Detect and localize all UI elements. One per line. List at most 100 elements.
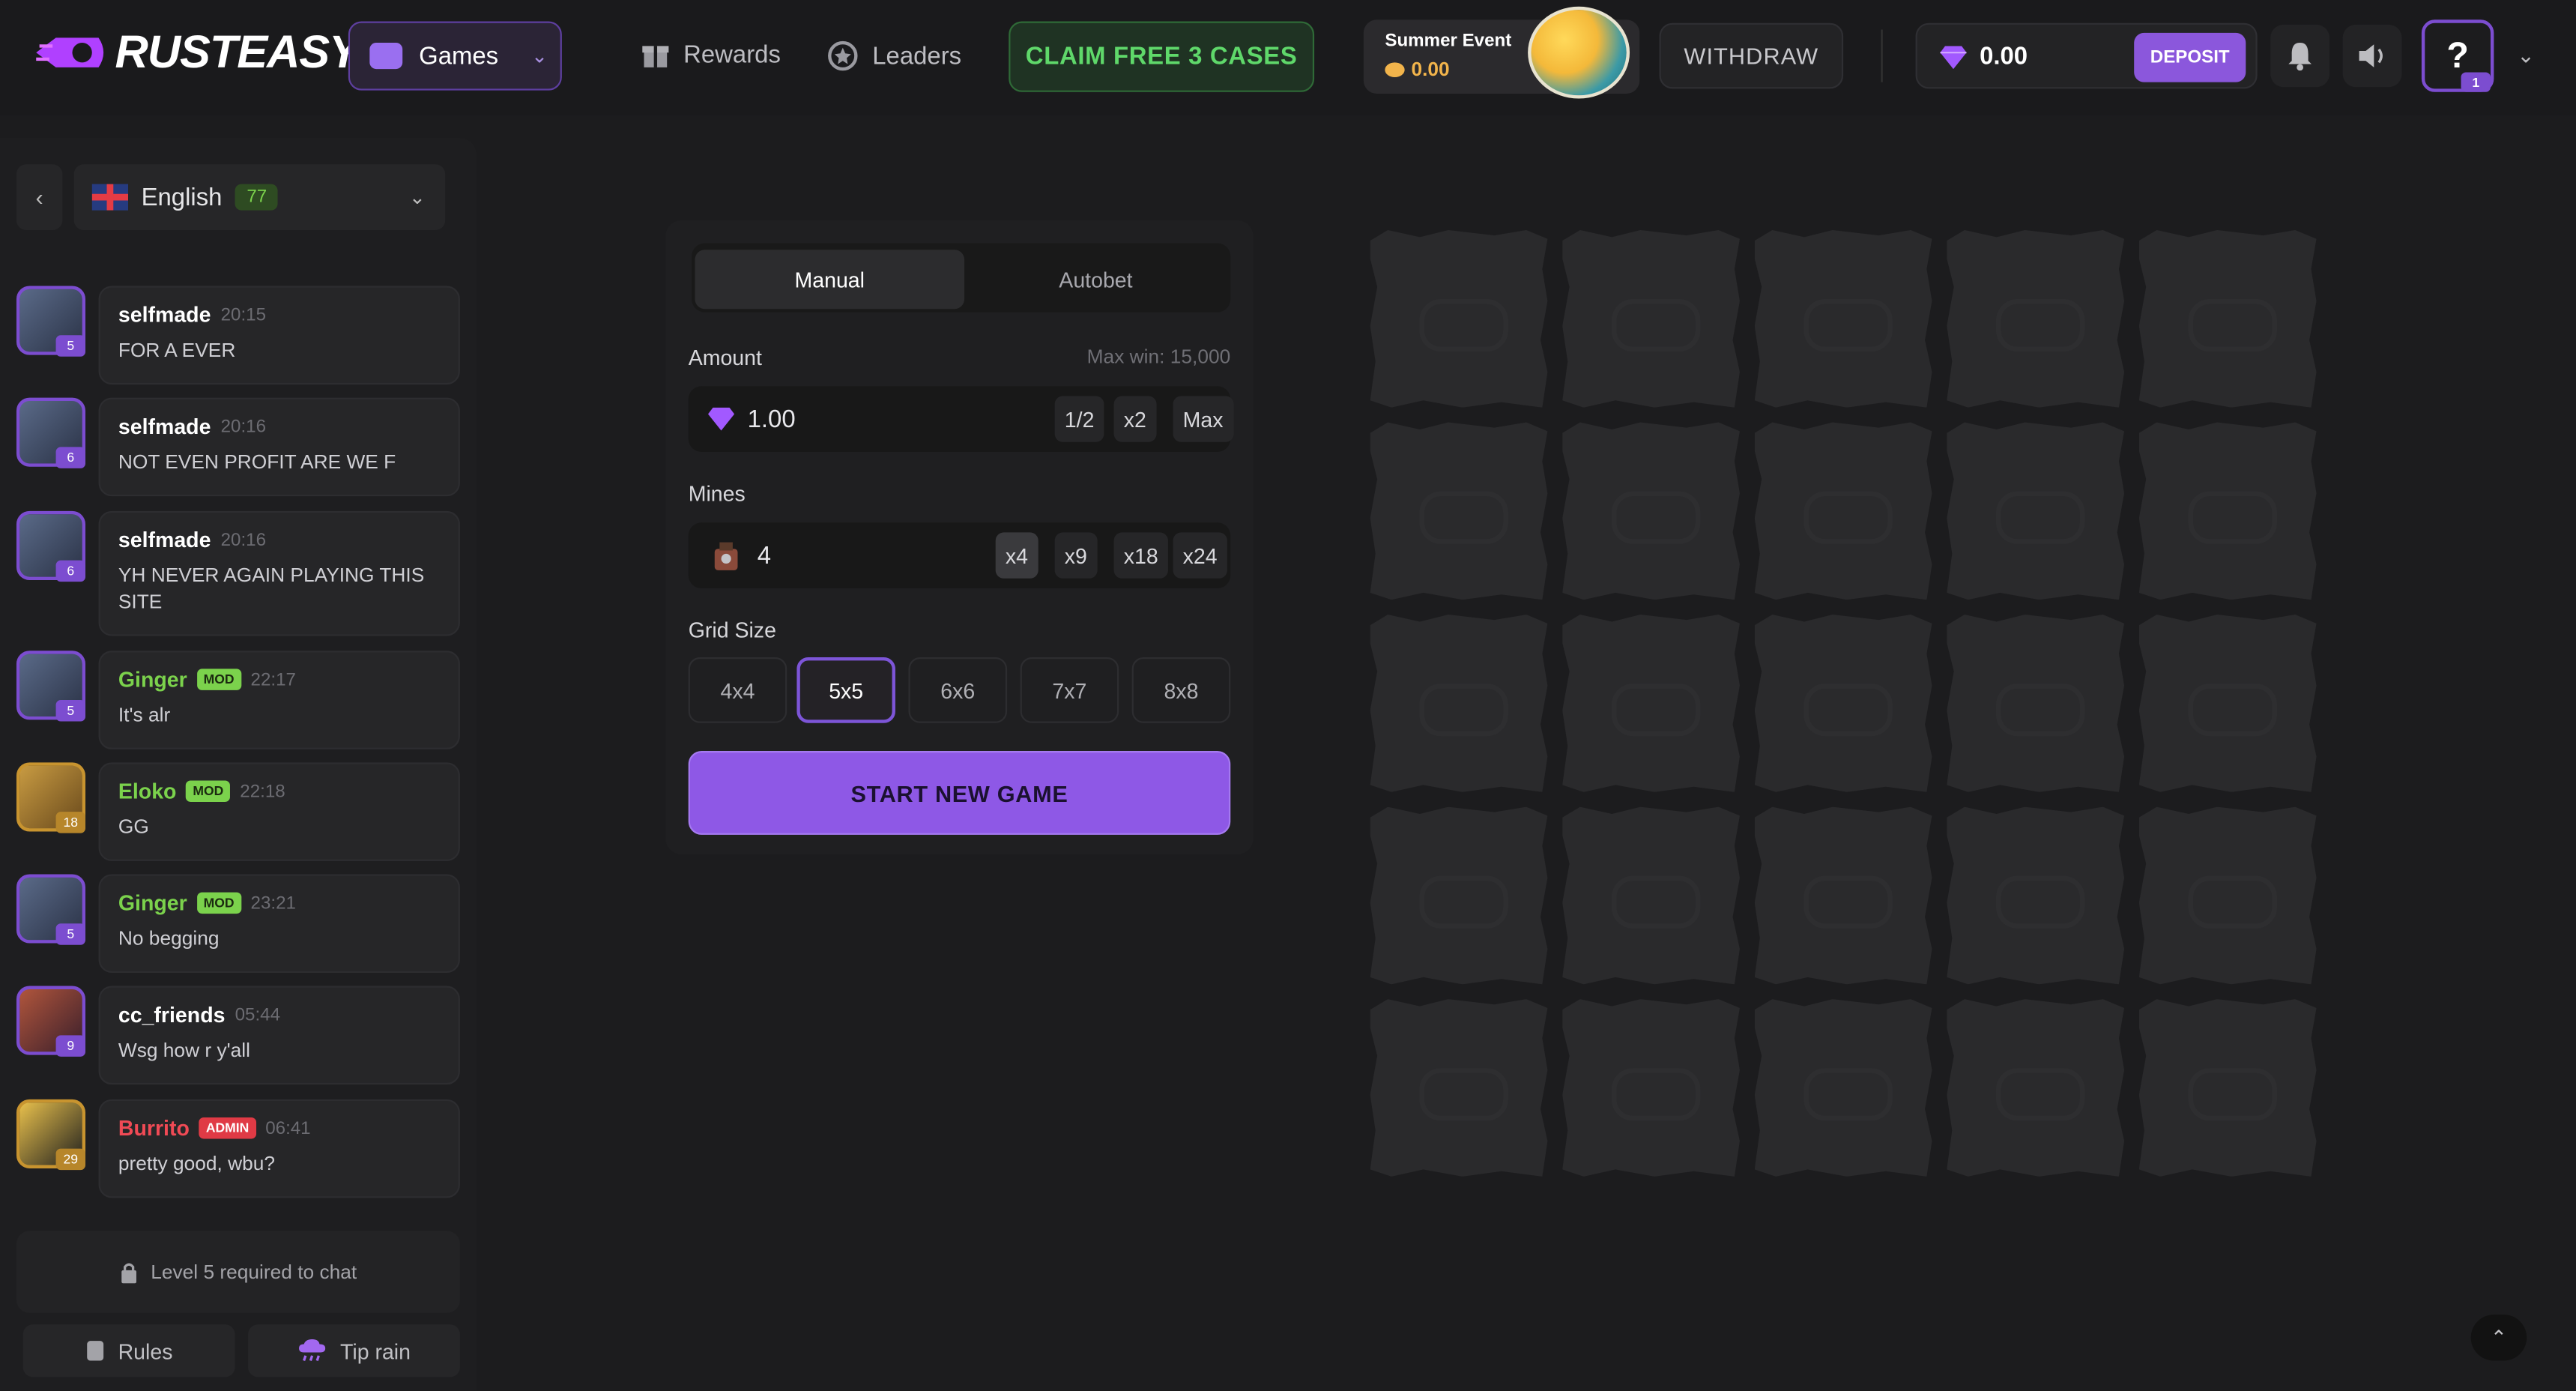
grid-size-7x7[interactable]: 7x7 xyxy=(1020,657,1119,723)
help-button[interactable]: ? 1 xyxy=(2421,19,2494,92)
grid-size-label: Grid Size xyxy=(688,618,776,643)
grid-size-4x4[interactable]: 4x4 xyxy=(688,657,787,723)
mine-tile[interactable] xyxy=(1754,615,1932,792)
mine-tile[interactable] xyxy=(1370,806,1548,985)
mine-tile[interactable] xyxy=(1947,806,2125,985)
mines-x24-button[interactable]: x24 xyxy=(1173,532,1227,579)
mine-tile[interactable] xyxy=(1754,229,1932,408)
withdraw-button[interactable]: WITHDRAW xyxy=(1659,22,1844,89)
message-text: It's alr xyxy=(118,703,171,727)
username[interactable]: Eloko xyxy=(118,779,177,803)
level-badge: 5 xyxy=(55,700,86,722)
username[interactable]: Ginger xyxy=(118,667,187,692)
speaker-icon xyxy=(2359,44,2383,67)
mines-input[interactable]: 4 x4 x9 x18 x24 xyxy=(688,522,1231,588)
mine-tile[interactable] xyxy=(1562,229,1740,408)
username[interactable]: Ginger xyxy=(118,890,187,915)
claim-free-cases-button[interactable]: CLAIM FREE 3 CASES xyxy=(1009,21,1315,92)
mine-tile[interactable] xyxy=(1370,422,1548,600)
mine-icon xyxy=(714,542,738,570)
online-count-badge: 77 xyxy=(235,184,279,211)
event-title: Summer Event xyxy=(1385,31,1512,51)
max-amount-button[interactable]: Max xyxy=(1173,396,1233,442)
coin-icon xyxy=(1385,61,1405,76)
chevron-left-icon: ‹ xyxy=(35,184,43,211)
scroll-to-top-button[interactable]: ⌃ xyxy=(2470,1315,2527,1361)
half-amount-button[interactable]: 1/2 xyxy=(1054,396,1104,442)
message-bubble: Ginger MOD 22:17 It's alr xyxy=(98,651,460,749)
mine-tile[interactable] xyxy=(1947,615,2125,792)
deposit-button[interactable]: DEPOSIT xyxy=(2134,32,2246,82)
start-new-game-button[interactable]: START NEW GAME xyxy=(688,751,1231,835)
chat-sidebar: ‹ English 77 ⌄ 5 selfmade 20:15 FOR A EVE… xyxy=(0,138,477,1390)
mine-tile[interactable] xyxy=(1754,999,1932,1177)
timestamp: 05:44 xyxy=(235,1004,281,1025)
logo-text: RUSTEASY xyxy=(115,26,360,78)
nav-leaders[interactable]: Leaders xyxy=(826,40,961,73)
tab-manual[interactable]: Manual xyxy=(695,250,965,310)
double-amount-button[interactable]: x2 xyxy=(1113,396,1157,442)
mines-x4-button[interactable]: x4 xyxy=(995,532,1038,579)
gem-icon xyxy=(708,407,735,431)
mine-tile[interactable] xyxy=(1562,999,1740,1177)
games-dropdown[interactable]: Games ⌄ xyxy=(348,21,562,91)
mine-tile[interactable] xyxy=(1562,422,1740,600)
mines-grid xyxy=(1370,229,2317,1180)
grid-size-8x8[interactable]: 8x8 xyxy=(1131,657,1231,723)
mine-tile[interactable] xyxy=(2138,806,2317,985)
mine-tile[interactable] xyxy=(1754,422,1932,600)
grid-size-6x6[interactable]: 6x6 xyxy=(908,657,1008,723)
message-text: NOT EVEN PROFIT ARE WE F xyxy=(118,450,396,474)
notifications-button[interactable] xyxy=(2270,24,2330,88)
collapse-chat-button[interactable]: ‹ xyxy=(16,164,63,230)
site-logo[interactable]: RUSTEASY xyxy=(33,26,360,79)
message-bubble: Burrito ADMIN 06:41 pretty good, wbu? xyxy=(98,1099,460,1198)
grid-size-5x5[interactable]: 5x5 xyxy=(796,657,895,723)
bet-panel: Manual Autobet Amount Max win: 15,000 1.… xyxy=(665,220,1254,855)
account-menu-chevron-icon[interactable]: ⌄ xyxy=(2517,43,2535,69)
mine-tile[interactable] xyxy=(1370,615,1548,792)
mod-badge: MOD xyxy=(196,669,241,690)
mine-tile[interactable] xyxy=(2138,229,2317,408)
username[interactable]: cc_friends xyxy=(118,1002,226,1027)
level-badge: 5 xyxy=(55,335,86,357)
amount-value: 1.00 xyxy=(747,405,796,433)
rules-button[interactable]: Rules xyxy=(22,1324,235,1378)
username[interactable]: selfmade xyxy=(118,302,211,327)
level-badge: 18 xyxy=(55,812,86,833)
balance-value: 0.00 xyxy=(1940,43,2028,70)
mine-tile[interactable] xyxy=(2138,615,2317,792)
nav-rewards-label: Rewards xyxy=(683,40,781,68)
gamepad-icon xyxy=(369,43,403,70)
chevron-down-icon: ⌄ xyxy=(408,185,426,209)
chevron-up-icon: ⌃ xyxy=(2490,1326,2507,1350)
mine-tile[interactable] xyxy=(1562,615,1740,792)
mine-tile[interactable] xyxy=(1562,806,1740,985)
language-selector[interactable]: English 77 ⌄ xyxy=(73,164,446,230)
mod-badge: MOD xyxy=(186,780,231,802)
sound-button[interactable] xyxy=(2342,24,2402,88)
bell-icon xyxy=(2288,43,2312,71)
nav-rewards[interactable]: Rewards xyxy=(641,40,781,69)
mine-tile[interactable] xyxy=(1947,229,2125,408)
cloud-rain-icon xyxy=(299,1339,326,1361)
amount-label: Amount xyxy=(688,345,762,370)
message-text: GG xyxy=(118,815,149,839)
tip-rain-button[interactable]: Tip rain xyxy=(248,1324,460,1378)
mine-tile[interactable] xyxy=(1947,422,2125,600)
mine-tile[interactable] xyxy=(1754,806,1932,985)
username[interactable]: selfmade xyxy=(118,414,211,439)
mines-x9-button[interactable]: x9 xyxy=(1054,532,1098,579)
mines-value: 4 xyxy=(757,541,772,570)
mine-tile[interactable] xyxy=(2138,422,2317,600)
timestamp: 22:18 xyxy=(240,781,285,801)
username[interactable]: Burrito xyxy=(118,1116,190,1141)
amount-input[interactable]: 1.00 1/2 x2 Max xyxy=(688,386,1233,452)
mine-tile[interactable] xyxy=(1370,229,1548,408)
mine-tile[interactable] xyxy=(1370,999,1548,1177)
tab-autobet[interactable]: Autobet xyxy=(961,250,1231,309)
mine-tile[interactable] xyxy=(2138,999,2317,1177)
username[interactable]: selfmade xyxy=(118,528,211,552)
mine-tile[interactable] xyxy=(1947,999,2125,1177)
mines-x18-button[interactable]: x18 xyxy=(1113,532,1168,579)
